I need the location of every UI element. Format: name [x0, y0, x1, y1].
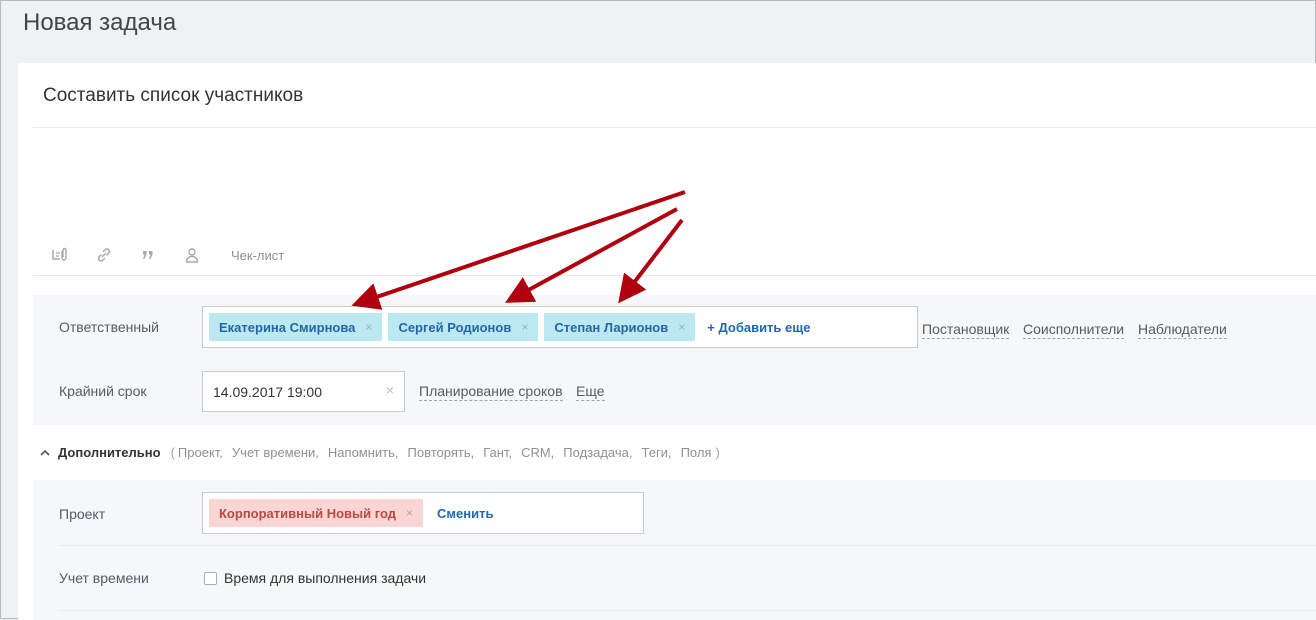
divider — [33, 127, 1316, 128]
additional-item[interactable]: Поля — [681, 445, 712, 460]
remove-icon[interactable]: × — [365, 320, 372, 334]
project-tag[interactable]: Корпоративный Новый год × — [209, 499, 423, 527]
responsible-tag[interactable]: Сергей Родионов × — [388, 313, 539, 341]
quote-icon[interactable] — [139, 246, 157, 264]
checklist-button[interactable]: Чек-лист — [231, 248, 284, 263]
planning-link[interactable]: Планирование сроков — [419, 383, 563, 401]
add-more-link[interactable]: + Добавить еще — [707, 320, 810, 335]
remove-icon[interactable]: × — [678, 320, 685, 334]
page-title: Новая задача — [23, 9, 177, 36]
divider — [33, 275, 1316, 276]
additional-item[interactable]: Проект, — [178, 445, 223, 460]
additional-toggle[interactable]: Дополнительно — [58, 445, 161, 460]
project-label: Проект — [59, 506, 106, 522]
additional-fields-block: Проект Корпоративный Новый год × Сменить … — [33, 480, 1316, 620]
divider — [58, 610, 1316, 611]
additional-item[interactable]: Повторять, — [408, 445, 475, 460]
tag-name: Степан Ларионов — [554, 319, 669, 335]
project-field[interactable]: Корпоративный Новый год × Сменить — [202, 492, 644, 534]
additional-section: Дополнительно ( Проект, Учет времени, На… — [40, 445, 720, 460]
chevron-up-icon[interactable] — [40, 447, 50, 459]
time-tracking-checkbox[interactable] — [204, 572, 217, 585]
remove-icon[interactable]: × — [521, 320, 528, 334]
remove-icon[interactable]: × — [406, 506, 413, 520]
time-tracking-checkbox-label[interactable]: Время для выполнения задачи — [224, 570, 426, 586]
deadline-value: 14.09.2017 19:00 — [213, 383, 322, 400]
additional-item[interactable]: Гант, — [483, 445, 512, 460]
additional-item[interactable]: Напомнить, — [328, 445, 399, 460]
additional-item[interactable]: CRM, — [521, 445, 554, 460]
time-tracking-label: Учет времени — [59, 570, 149, 586]
user-icon[interactable] — [183, 246, 201, 264]
editor-toolbar: Чек-лист — [51, 245, 284, 265]
attach-icon[interactable] — [51, 246, 69, 264]
link-icon[interactable] — [95, 246, 113, 264]
more-link[interactable]: Еще — [576, 383, 605, 401]
deadline-label: Крайний срок — [59, 383, 147, 399]
tag-name: Сергей Родионов — [398, 319, 512, 335]
tag-name: Корпоративный Новый год — [219, 505, 396, 521]
main-fields-block: Ответственный Екатерина Смирнова × Сергей… — [33, 295, 1316, 425]
paren-close: ) — [715, 445, 720, 460]
responsible-tag[interactable]: Екатерина Смирнова × — [209, 313, 383, 341]
creator-link[interactable]: Постановщик — [922, 321, 1010, 339]
change-project-link[interactable]: Сменить — [437, 506, 493, 521]
additional-item[interactable]: Подзадача, — [563, 445, 632, 460]
tag-name: Екатерина Смирнова — [219, 319, 356, 335]
observers-link[interactable]: Наблюдатели — [1138, 321, 1227, 339]
responsible-label: Ответственный — [59, 319, 159, 335]
clear-date-icon[interactable]: × — [386, 382, 394, 398]
task-card: Составить список участников Чек-лист Отв… — [18, 63, 1316, 620]
coexecutors-link[interactable]: Соисполнители — [1023, 321, 1125, 339]
additional-item[interactable]: Учет времени, — [232, 445, 319, 460]
deadline-input[interactable]: 14.09.2017 19:00 × — [202, 371, 405, 412]
responsible-tag[interactable]: Степан Ларионов × — [544, 313, 696, 341]
task-title-input[interactable]: Составить список участников — [43, 85, 303, 107]
additional-item[interactable]: Теги, — [642, 445, 672, 460]
divider — [58, 545, 1316, 546]
responsible-field[interactable]: Екатерина Смирнова × Сергей Родионов × Сте… — [202, 306, 918, 348]
paren-open: ( — [170, 445, 175, 460]
